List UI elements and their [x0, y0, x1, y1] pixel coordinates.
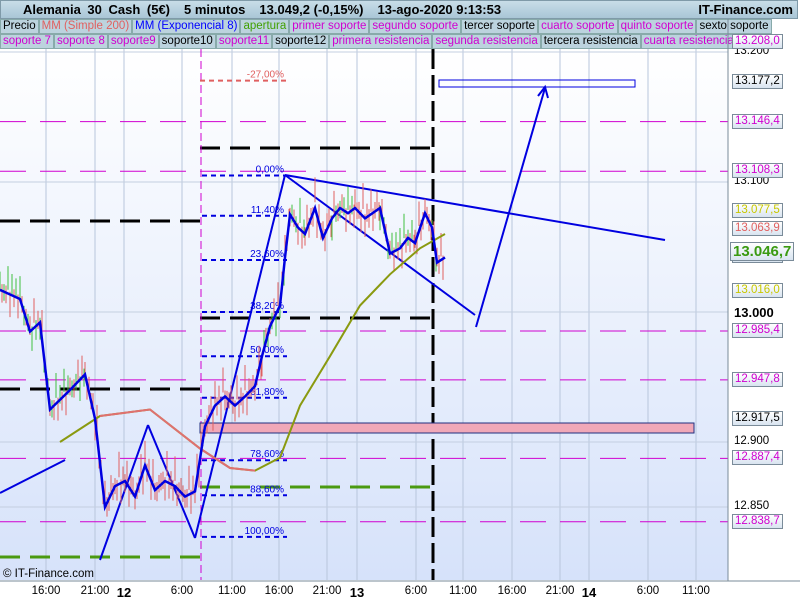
x-tick-label: 6:00: [170, 585, 194, 597]
fibonacci-label: 50,00%: [250, 345, 284, 356]
price-level-label: 13.108,3: [732, 163, 783, 179]
fibonacci-label: 11,40%: [251, 205, 284, 216]
x-tick-label: 21:00: [312, 585, 342, 597]
x-tick-label: 21:00: [80, 585, 110, 597]
price-level-label: 13.063,9: [732, 220, 783, 236]
price-level-label: 13.177,2: [732, 73, 783, 89]
fibonacci-label: -27,00%: [247, 70, 284, 81]
x-tick-label: 11:00: [449, 585, 477, 597]
x-tick-label: 21:00: [545, 585, 575, 597]
x-tick-label: 16:00: [264, 585, 294, 597]
price-level-label: 12.985,4: [732, 322, 783, 338]
x-tick-label: 16:00: [31, 585, 61, 597]
fibonacci-label: 100,00%: [245, 526, 285, 537]
x-tick-label: 12: [116, 585, 132, 600]
price-level-label: 13.146,4: [732, 113, 783, 129]
fibonacci-label: 0,00%: [256, 165, 284, 176]
x-tick-label: 16:00: [497, 585, 527, 597]
y-tick-label: 12.900: [734, 435, 770, 447]
zone-rect: [199, 422, 695, 434]
x-tick-label: 11:00: [218, 585, 246, 597]
price-level-label: 12.917,5: [732, 411, 783, 427]
x-tick-label: 6:00: [636, 585, 660, 597]
watermark: © IT-Finance.com: [3, 568, 94, 580]
price-level-label: 13.016,0: [732, 283, 783, 299]
y-tick-label: 12.850: [734, 500, 770, 512]
x-tick-label: 6:00: [404, 585, 428, 597]
fibonacci-label: 88,60%: [250, 484, 284, 495]
price-level-label: 13.077,5: [732, 203, 783, 219]
price-chart[interactable]: -27,00%0,00%11,40%23,60%38,20%50,00%61,8…: [0, 0, 800, 600]
x-tick-label: 11:00: [682, 585, 710, 597]
last-price-label: 13.046,7: [730, 242, 795, 261]
price-level-label: 13.208,0: [732, 33, 783, 49]
x-tick-label: 13: [349, 585, 365, 600]
x-tick-label: 14: [581, 585, 597, 600]
price-level-label: 12.887,4: [732, 450, 783, 466]
price-level-label: 12.838,7: [732, 513, 783, 529]
price-level-label: 12.947,8: [732, 371, 783, 387]
y-tick-label: 13.000: [734, 305, 774, 320]
